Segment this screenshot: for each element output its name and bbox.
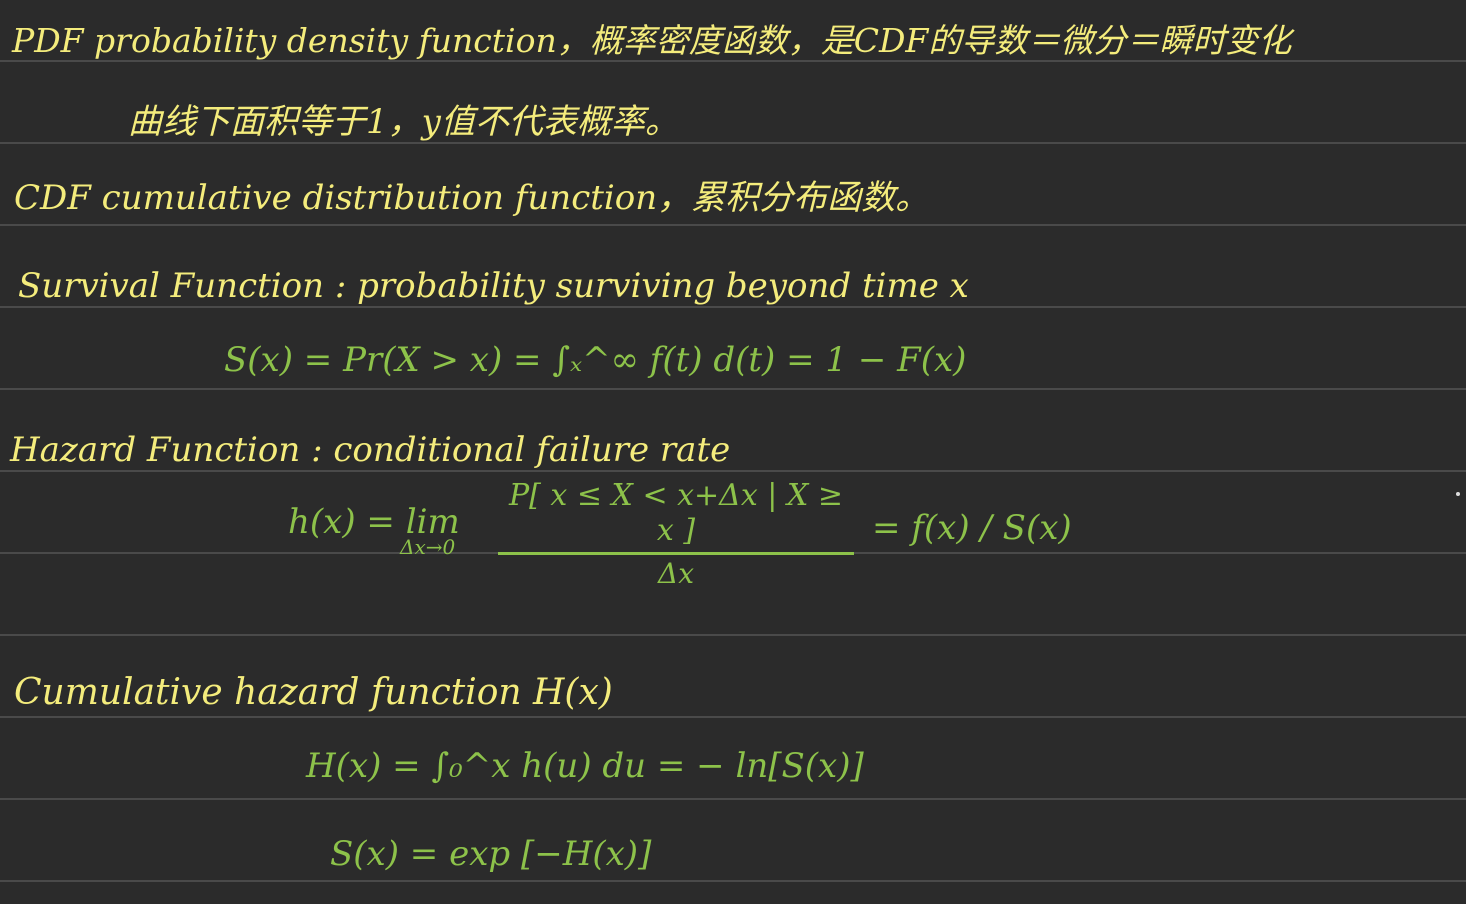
ruled-line [0,798,1466,800]
cumulative-hazard-equation: H(x) = ∫₀^x h(u) du = − ln[S(x)] [306,746,864,786]
hazard-fraction-numerator: P[ x ≤ X < x+Δx | X ≥ x ] [498,478,854,555]
ruled-line [0,634,1466,636]
hazard-equation-rhs: = f(x) / S(x) [872,508,1072,548]
survival-exp-equation: S(x) = exp [−H(x)] [330,834,652,874]
ruled-line [0,716,1466,718]
cdf-definition: CDF cumulative distribution function，累积分… [14,178,930,218]
hazard-limit-subscript: Δx→0 [400,535,456,559]
hazard-function-definition: Hazard Function : conditional failure ra… [10,430,731,470]
pdf-definition-line2: 曲线下面积等于1，y值不代表概率。 [128,102,679,142]
hazard-fraction: P[ x ≤ X < x+Δx | X ≥ x ] Δx [498,478,854,590]
ruled-line [0,470,1466,472]
hazard-fraction-denominator: Δx [657,557,694,590]
ruled-line [0,388,1466,390]
stray-pen-dot [1456,492,1460,496]
ruled-line [0,306,1466,308]
survival-function-definition: Survival Function : probability survivin… [18,266,969,306]
ruled-line [0,224,1466,226]
cumulative-hazard-definition: Cumulative hazard function H(x) [14,672,613,713]
ruled-line [0,880,1466,882]
survival-function-equation: S(x) = Pr(X > x) = ∫ₓ^∞ f(t) d(t) = 1 − … [224,340,967,380]
pdf-definition-line1: PDF probability density function，概率密度函数，… [12,21,1292,60]
